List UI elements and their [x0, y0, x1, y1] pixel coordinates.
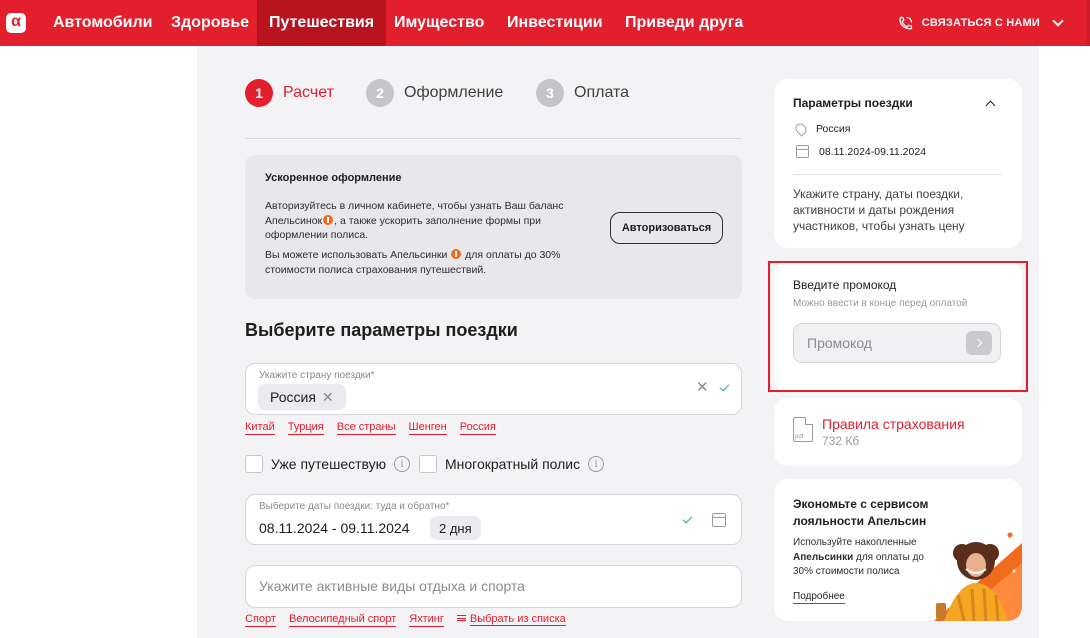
dates-value: 08.11.2024 - 09.11.2024	[259, 520, 410, 536]
checkbox-label: Уже путешествую	[271, 456, 387, 472]
fast-checkout-text-2: Вы можете использовать Апельсинки для оп…	[265, 248, 595, 277]
chevron-up-icon[interactable]	[985, 100, 996, 111]
loyalty-more-link[interactable]: Подробнее	[793, 591, 845, 604]
country-quick-links: Китай Турция Все страны Шенген Россия	[245, 421, 496, 435]
loyalty-text-bold: Апельсинки	[793, 551, 854, 563]
trip-summary-card: Параметры поездки Россия 08.11.2024-09.1…	[774, 79, 1022, 248]
promo-highlight-frame	[768, 261, 1028, 392]
authorize-button[interactable]: Авторизоваться	[610, 212, 723, 244]
country-chip[interactable]: Россия ✕	[258, 384, 346, 410]
fast-checkout-title: Ускоренное оформление	[265, 172, 402, 184]
country-field[interactable]: Укажите страну поездки* Россия ✕ ✕	[245, 363, 742, 415]
pdf-file-icon: pdf	[793, 417, 813, 442]
quick-link-country[interactable]: Китай	[245, 421, 275, 435]
activities-field[interactable]: Укажите активные виды отдыха и спорта	[245, 565, 742, 608]
step-label: Оформление	[404, 84, 504, 101]
trip-country-row: Россия	[793, 121, 851, 137]
scrollbar-edge	[1086, 0, 1090, 46]
remove-chip-icon[interactable]: ✕	[322, 389, 334, 406]
file-size: 732 Кб	[822, 434, 860, 448]
nav-item-property[interactable]: Имущество	[382, 0, 496, 46]
trip-summary-note: Укажите страну, даты поездки, активности…	[793, 187, 965, 233]
trip-summary-title: Параметры поездки	[793, 96, 913, 110]
contact-us-label: СВЯЗАТЬСЯ С НАМИ	[921, 17, 1040, 29]
calendar-icon	[796, 145, 809, 158]
nav-item-invite-friend[interactable]: Приведи друга	[613, 0, 755, 46]
nav-item-cars[interactable]: Автомобили	[41, 0, 164, 46]
step-label: Расчет	[283, 84, 334, 101]
country-chip-label: Россия	[270, 389, 316, 405]
apelsinka-coin-icon	[323, 214, 334, 225]
nav-item-investments[interactable]: Инвестиции	[495, 0, 615, 46]
rules-card: pdf Правила страхования 732 Кб	[774, 398, 1022, 466]
fast-text-part: Вы можете использовать Апельсинки	[265, 249, 448, 261]
quick-link-country[interactable]: Все страны	[336, 421, 396, 435]
country-field-label: Укажите страну поездки*	[259, 370, 375, 381]
checkbox-label: Многократный полис	[445, 456, 581, 472]
apelsinka-coin-icon	[451, 249, 462, 259]
logo-icon[interactable]: α	[6, 13, 26, 33]
duration-badge: 2 дня	[430, 516, 481, 540]
duration-label: 2 дня	[439, 520, 472, 536]
step-number: 2	[366, 79, 394, 107]
loyalty-text-part: Используйте накопленные	[793, 537, 917, 548]
choose-from-list-label: Выбрать из списка	[469, 613, 566, 626]
section-title: Выберите параметры поездки	[245, 320, 518, 340]
trip-dates: 08.11.2024-09.11.2024	[819, 145, 927, 158]
quick-link-country[interactable]: Шенген	[408, 421, 447, 435]
clear-icon[interactable]: ✕	[696, 378, 709, 396]
step-number: 3	[536, 79, 564, 107]
calendar-icon[interactable]	[712, 513, 726, 527]
loyalty-woman-illustration	[914, 523, 1022, 621]
chevron-down-icon	[1052, 15, 1064, 27]
insurance-rules-link[interactable]: Правила страхования	[822, 416, 965, 432]
already-traveling-checkbox[interactable]	[245, 455, 263, 473]
check-icon	[719, 381, 730, 392]
step-number: 1	[245, 79, 273, 107]
multi-trip-checkbox[interactable]	[419, 455, 437, 473]
already-traveling-option[interactable]: Уже путешествую i	[245, 455, 411, 473]
info-icon[interactable]: i	[394, 456, 411, 472]
quick-link-activity[interactable]: Велосипедный спорт	[288, 613, 397, 627]
divider	[793, 174, 1001, 175]
quick-link-country[interactable]: Турция	[287, 421, 324, 435]
step-label: Оплата	[574, 84, 630, 101]
multi-trip-option[interactable]: Многократный полис i	[419, 455, 605, 473]
dates-field-label: Выберите даты поездки: туда и обратно*	[259, 501, 450, 512]
check-icon	[682, 513, 693, 524]
pdf-badge: pdf	[795, 434, 804, 440]
trip-dates-row: 08.11.2024-09.11.2024	[796, 145, 926, 158]
activity-quick-links: Спорт Велосипедный спорт Яхтинг Выбрать …	[245, 613, 566, 627]
step-payment[interactable]: 3 Оплата	[536, 79, 629, 107]
nav-item-health[interactable]: Здоровье	[159, 0, 261, 46]
quick-link-activity[interactable]: Спорт	[245, 613, 276, 627]
quick-link-country[interactable]: Россия	[459, 421, 496, 435]
fast-checkout-card: Ускоренное оформление Авторизуйтесь в ли…	[245, 155, 742, 299]
info-icon[interactable]: i	[588, 456, 605, 472]
quick-link-activity[interactable]: Яхтинг	[409, 613, 444, 627]
loyalty-card: Экономьте с сервисом лояльности Апельсин…	[774, 479, 1022, 621]
step-calculation[interactable]: 1 Расчет	[245, 79, 334, 107]
form-panel	[197, 46, 757, 638]
step-registration[interactable]: 2 Оформление	[366, 79, 503, 107]
contact-us-button[interactable]: СВЯЗАТЬСЯ С НАМИ	[897, 0, 1064, 46]
top-navigation: α Автомобили Здоровье Путешествия Имущес…	[0, 0, 1090, 46]
list-icon	[456, 615, 466, 621]
phone-chat-icon	[899, 16, 912, 29]
choose-from-list-link[interactable]: Выбрать из списка	[456, 613, 566, 627]
nav-item-travel[interactable]: Путешествия	[257, 0, 387, 46]
steps-divider	[245, 138, 741, 139]
dates-field[interactable]: Выберите даты поездки: туда и обратно* 0…	[245, 494, 742, 545]
activities-placeholder: Укажите активные виды отдыха и спорта	[259, 578, 525, 594]
fast-checkout-text-1: Авторизуйтесь в личном кабинете, чтобы у…	[265, 199, 595, 243]
location-pin-icon	[793, 121, 809, 137]
trip-country: Россия	[816, 123, 851, 135]
